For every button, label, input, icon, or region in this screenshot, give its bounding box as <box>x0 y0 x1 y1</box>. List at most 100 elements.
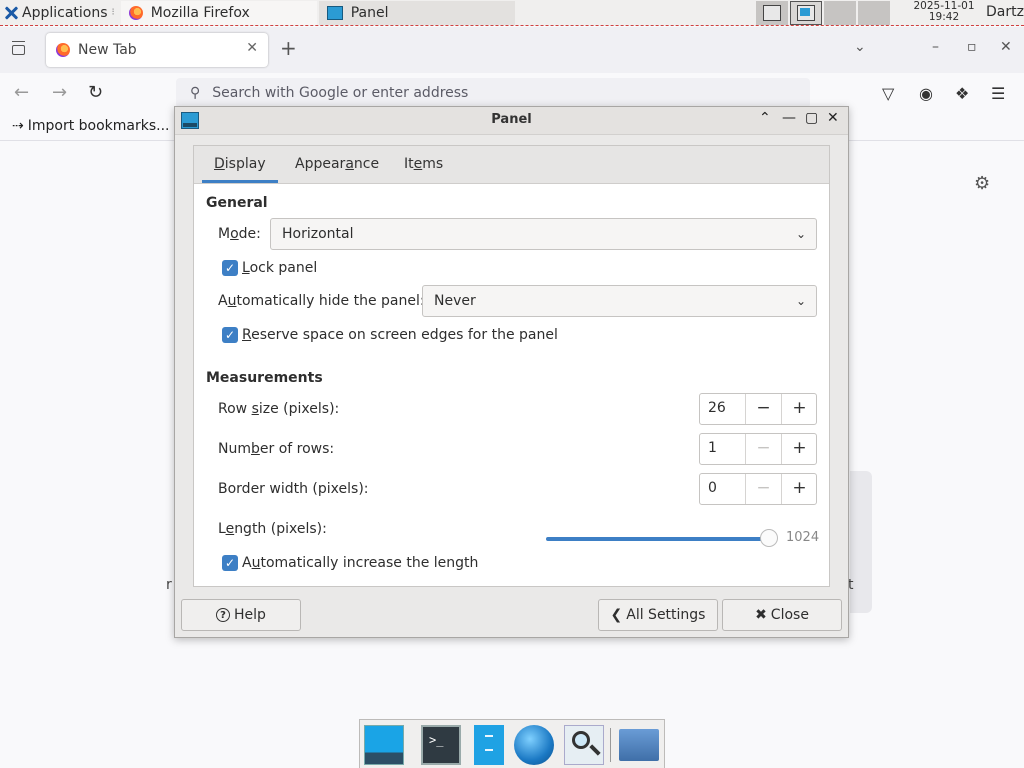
app-finder-icon[interactable] <box>564 725 604 765</box>
num-rows-spinbutton[interactable]: 1 − + <box>699 433 817 465</box>
window-thumbnail-icon <box>763 5 781 21</box>
border-width-label: Border width (pixels): <box>218 481 369 497</box>
increment-button[interactable]: + <box>781 474 817 504</box>
web-browser-icon[interactable] <box>514 725 554 765</box>
reload-button[interactable]: ↻ <box>88 82 103 103</box>
tab-appearance[interactable]: Appearance <box>283 146 391 183</box>
tab-new-tab[interactable]: New Tab ✕ <box>46 33 268 67</box>
workspace-switcher <box>756 1 890 25</box>
terminal-icon[interactable]: >_ <box>421 725 461 765</box>
row-size-spinbutton[interactable]: 26 − + <box>699 393 817 425</box>
decrement-button[interactable]: − <box>745 394 781 424</box>
url-bar[interactable]: ⚲ Search with Google or enter address <box>176 78 810 108</box>
mode-value: Horizontal <box>282 226 354 242</box>
clock-time: 19:42 <box>928 11 960 23</box>
close-icon[interactable]: ✕ <box>827 110 839 126</box>
clock[interactable]: 2025-11-01 19:42 <box>906 1 982 23</box>
firefox-icon <box>56 43 70 57</box>
panel-icon <box>326 5 343 20</box>
gear-icon[interactable]: ⚙ <box>974 173 990 194</box>
close-button[interactable]: ✖ Close <box>722 599 842 631</box>
chevron-down-icon: ⌄ <box>795 294 806 308</box>
account-icon[interactable]: ◉ <box>919 84 933 103</box>
firefox-tab-bar: New Tab ✕ + ⌄ – ▫ ✕ <box>0 27 1024 73</box>
back-button[interactable]: ← <box>14 82 29 103</box>
row-size-value[interactable]: 26 <box>708 400 726 416</box>
maximize-button[interactable]: ▢ <box>805 110 818 126</box>
decrement-button: − <box>745 474 781 504</box>
autohide-dropdown[interactable]: Never ⌄ <box>422 285 817 317</box>
auto-increase-checkbox[interactable]: ✓ <box>222 555 238 571</box>
tab-items[interactable]: Items <box>392 146 455 183</box>
reserve-space-label[interactable]: Reserve space on screen edges for the pa… <box>242 327 558 343</box>
workspace-1[interactable] <box>756 1 788 25</box>
taskbar-item-firefox[interactable]: Mozilla Firefox <box>120 0 317 25</box>
shade-button[interactable]: ⌃ <box>759 110 771 126</box>
tab-display[interactable]: Display <box>202 146 278 183</box>
applications-label: Applications <box>22 4 108 21</box>
workspace-4[interactable] <box>858 1 890 25</box>
border-width-spinbutton[interactable]: 0 − + <box>699 473 817 505</box>
import-bookmarks-button[interactable]: ⇢ Import bookmarks... <box>12 118 170 134</box>
autohide-label: Automatically hide the panel: <box>218 293 425 309</box>
maximize-button[interactable]: ▫ <box>967 39 977 55</box>
increment-button[interactable]: + <box>781 434 817 464</box>
border-width-value[interactable]: 0 <box>708 480 717 496</box>
num-rows-label: Number of rows: <box>218 441 335 457</box>
increment-button[interactable]: + <box>781 394 817 424</box>
help-icon: ? <box>216 608 231 622</box>
import-icon: ⇢ <box>12 118 24 134</box>
close-icon: ✖ <box>755 607 767 623</box>
autohide-value: Never <box>434 293 476 309</box>
settings-notebook: Display Appearance Items General Mode: H… <box>193 145 830 587</box>
bottom-dock: >_ <box>359 719 665 768</box>
pocket-icon[interactable]: ▽ <box>882 84 894 103</box>
length-slider[interactable] <box>546 529 778 549</box>
chevron-down-icon[interactable]: ⌄ <box>854 39 866 55</box>
taskbar-item-panel[interactable]: Panel <box>318 0 515 25</box>
taskbar-item-label: Panel <box>350 4 389 21</box>
import-bookmarks-label: Import bookmarks... <box>27 118 170 134</box>
mode-label: Mode: <box>218 226 261 242</box>
tab-title: New Tab <box>78 42 137 58</box>
minimize-button[interactable]: – <box>932 39 939 55</box>
help-button[interactable]: ? Help <box>181 599 301 631</box>
minimize-button[interactable]: — <box>782 110 796 126</box>
lock-panel-label[interactable]: Lock panel <box>242 260 317 276</box>
file-manager-icon[interactable] <box>474 725 504 765</box>
length-label: Length (pixels): <box>218 521 327 537</box>
num-rows-value[interactable]: 1 <box>708 440 717 456</box>
decrement-button: − <box>745 434 781 464</box>
background-text: r <box>166 577 172 593</box>
chevron-left-icon: ❮ <box>610 607 623 623</box>
slider-handle[interactable] <box>760 529 778 547</box>
slider-track <box>546 537 766 541</box>
firefox-icon <box>128 5 143 20</box>
user-menu[interactable]: Dartz <box>986 4 1024 20</box>
mode-dropdown[interactable]: Horizontal ⌄ <box>270 218 817 250</box>
panel-preferences-dialog: Panel ⌃ — ▢ ✕ Display Appearance Items G… <box>174 106 849 638</box>
url-placeholder: Search with Google or enter address <box>212 85 469 101</box>
workspace-3[interactable] <box>824 1 856 25</box>
list-all-tabs-button[interactable] <box>10 41 28 57</box>
dock-separator <box>610 728 611 762</box>
new-tab-button[interactable]: + <box>280 36 297 60</box>
desktop-icon[interactable] <box>364 725 404 765</box>
lock-panel-checkbox[interactable]: ✓ <box>222 260 238 276</box>
measurements-heading: Measurements <box>206 370 323 386</box>
search-icon: ⚲ <box>190 85 201 101</box>
workspace-2[interactable] <box>790 1 822 25</box>
close-window-button[interactable]: ✕ <box>1000 39 1012 55</box>
applications-menu-button[interactable]: Applications ⁝ <box>0 0 119 26</box>
all-settings-button[interactable]: ❮ All Settings <box>598 599 718 631</box>
extensions-icon[interactable]: ❖ <box>955 84 969 103</box>
menu-icon[interactable]: ☰ <box>991 84 1005 103</box>
length-value: 1024 <box>786 530 820 545</box>
auto-increase-label[interactable]: Automatically increase the length <box>242 555 478 571</box>
forward-button[interactable]: → <box>52 82 67 103</box>
reserve-space-checkbox[interactable]: ✓ <box>222 327 238 343</box>
top-panel: Applications ⁝ Mozilla Firefox Panel 202… <box>0 0 1024 26</box>
folder-icon[interactable] <box>619 729 659 761</box>
close-tab-icon[interactable]: ✕ <box>246 40 258 56</box>
dialog-titlebar[interactable]: Panel ⌃ — ▢ ✕ <box>175 107 848 135</box>
